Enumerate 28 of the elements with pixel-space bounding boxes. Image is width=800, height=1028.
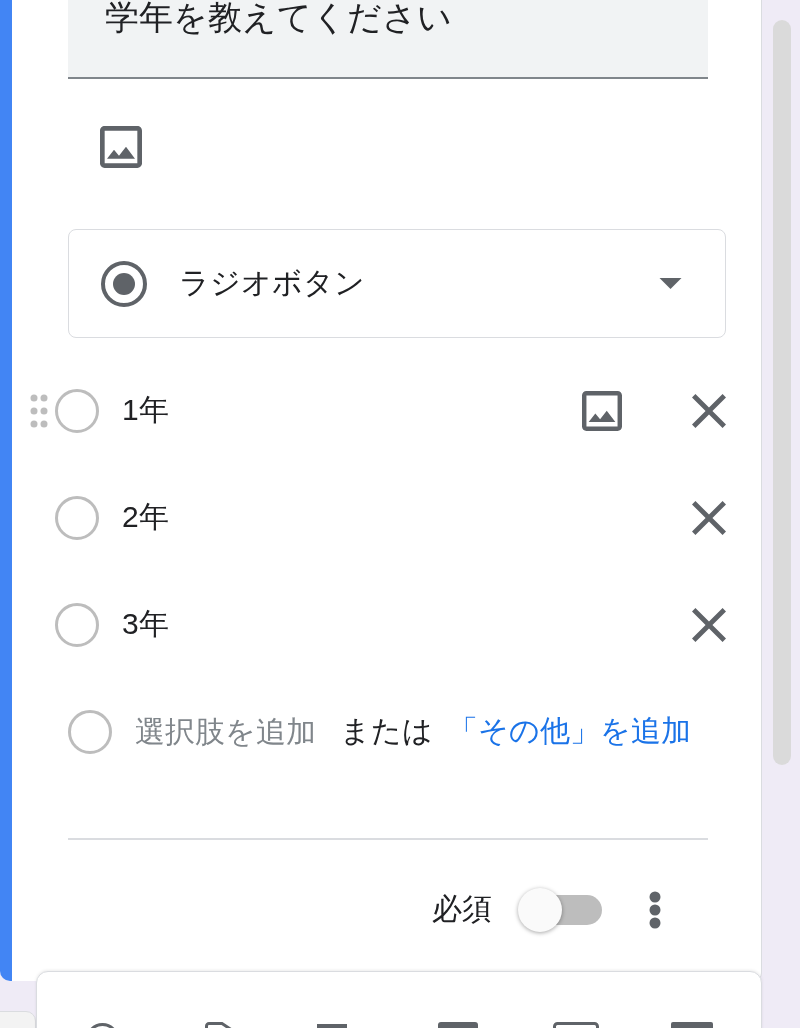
tile-icon[interactable] — [671, 1022, 713, 1028]
radio-circle-icon — [55, 602, 99, 647]
frame-icon[interactable] — [553, 1022, 599, 1028]
close-icon[interactable] — [692, 393, 726, 428]
required-label: 必須 — [432, 891, 492, 927]
tile-icon[interactable] — [438, 1022, 478, 1028]
add-option-field[interactable]: 選択肢を追加 — [135, 711, 322, 752]
image-icon[interactable] — [582, 390, 622, 431]
radio-circle-icon — [55, 495, 99, 540]
close-icon[interactable] — [692, 500, 726, 535]
radio-circle-icon — [55, 388, 99, 433]
add-other-link[interactable]: 「その他」を追加 — [448, 711, 691, 752]
or-text: または — [340, 713, 433, 749]
radio-selected-icon — [101, 260, 147, 307]
required-switch[interactable] — [518, 887, 602, 932]
scrollbar-thumb[interactable] — [773, 20, 791, 765]
caret-icon — [659, 278, 682, 289]
question-type-dropdown[interactable]: ラジオボタン — [68, 229, 726, 338]
image-icon[interactable] — [100, 126, 142, 168]
more-icon[interactable] — [648, 890, 662, 929]
close-icon[interactable] — [692, 607, 726, 642]
radio-circle-icon — [68, 709, 112, 754]
page-icon[interactable] — [205, 1022, 234, 1028]
option-text[interactable]: 3年 — [122, 604, 582, 645]
option-text[interactable]: 2年 — [122, 497, 582, 538]
question-title-field[interactable]: 学年を教えてください — [68, 0, 708, 79]
drag-handle-icon[interactable] — [30, 393, 48, 428]
option-text[interactable]: 1年 — [122, 390, 582, 431]
